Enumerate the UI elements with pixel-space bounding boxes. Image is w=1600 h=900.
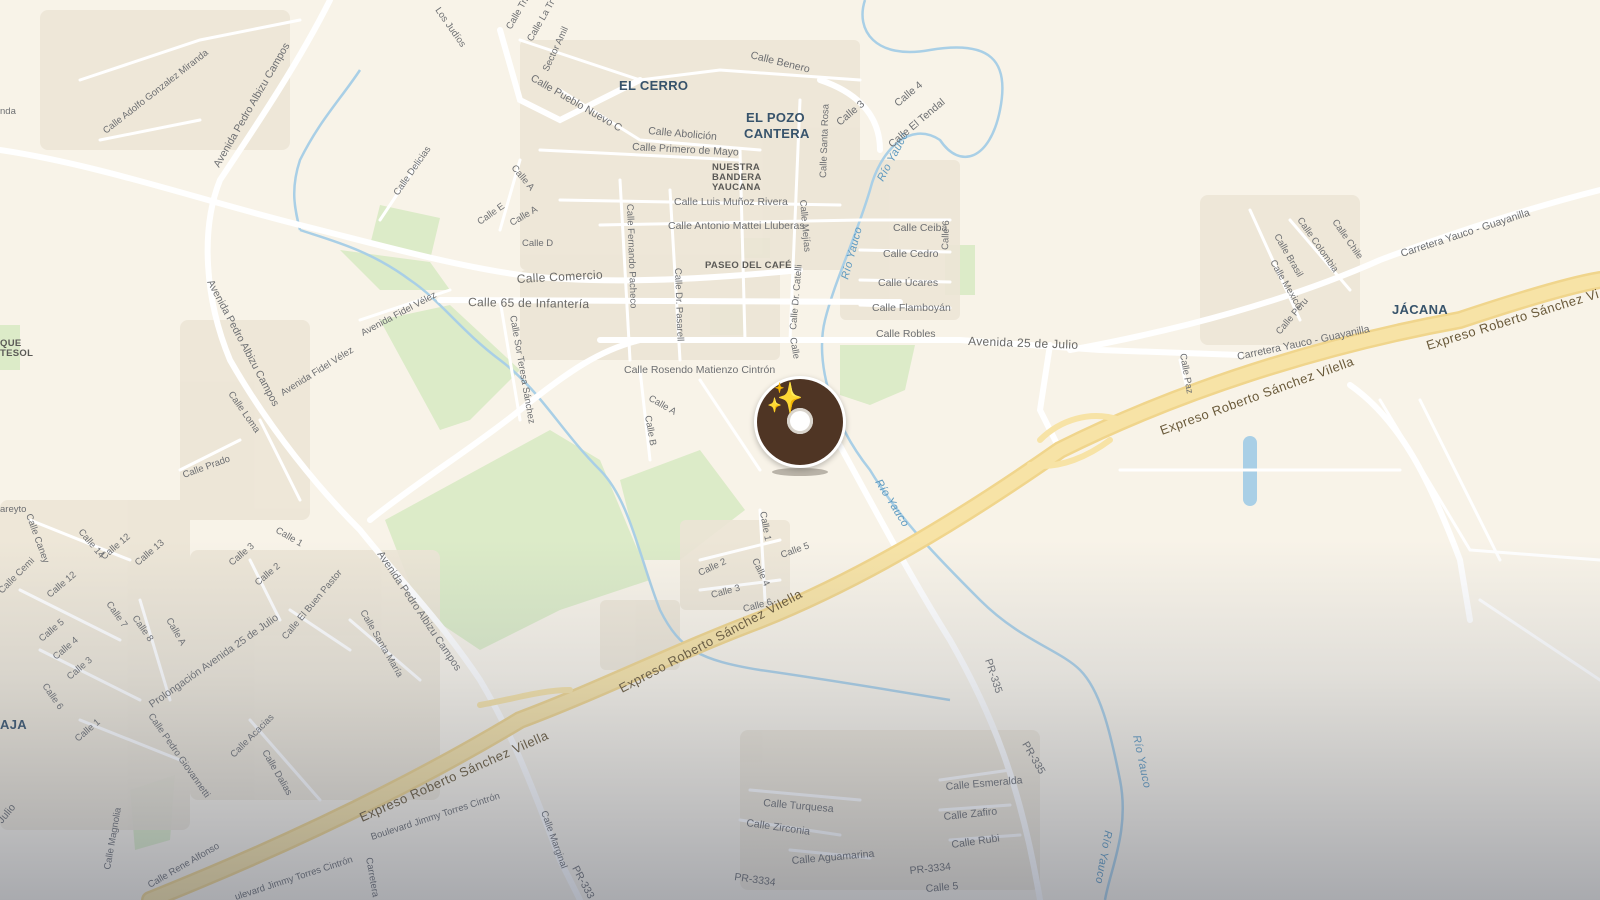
street-label: Calle Antonio Mattei Lluberas [668, 220, 805, 232]
street-label: Calle Rosendo Matienzo Cintrón [624, 364, 775, 376]
street-label: Calle 6 [940, 220, 952, 250]
place-label-el-pozo: EL POZO [746, 110, 805, 125]
street-label: Calle Luis Muñoz Rivera [674, 196, 788, 208]
marker-shadow [772, 468, 828, 476]
street-label: Calle Robles [876, 328, 936, 340]
street-label: Calle Ceiba [893, 222, 947, 234]
street-label: areyto [0, 504, 26, 515]
sparkle-icon: ✨ [766, 382, 804, 415]
street-label: Calle 65 de Infantería [468, 295, 590, 311]
street-label: Calle Cedro [883, 248, 939, 260]
place-label-tesol: TESOL [0, 348, 33, 359]
poi-label-paseo: PASEO DEL CAFÉ [705, 260, 792, 271]
place-label-aja: AJA [0, 717, 27, 732]
street-label: Calle Úcares [878, 276, 938, 289]
street-label: Calle Flamboyán [872, 302, 951, 314]
place-label-jacana: JÁCANA [1392, 302, 1448, 317]
street-label: nda [0, 106, 17, 117]
location-marker[interactable]: ✨ [754, 376, 846, 476]
place-label-cantera: CANTERA [744, 126, 810, 141]
poi-label-yaucana: YAUCANA [712, 182, 761, 193]
map-view[interactable]: EL CERRO EL POZO CANTERA JÁCANA AJA QUE … [0, 0, 1600, 900]
place-label-el-cerro: EL CERRO [619, 78, 688, 93]
street-label: Calle D [522, 238, 553, 249]
